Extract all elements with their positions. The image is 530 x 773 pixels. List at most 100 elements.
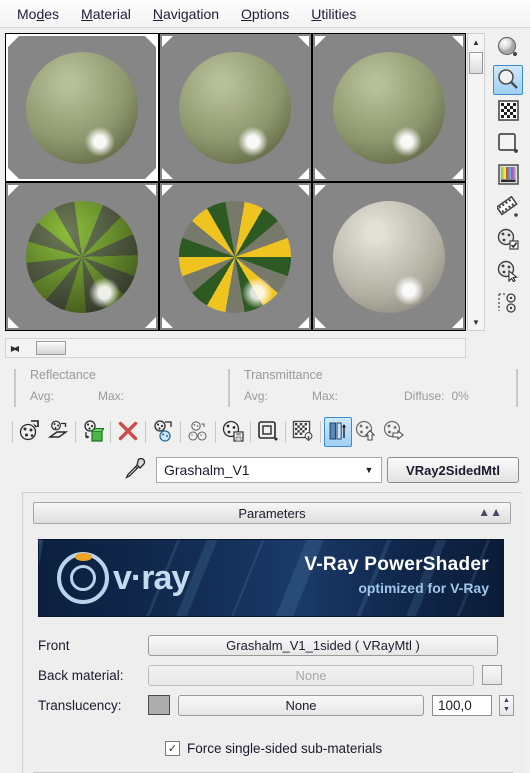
material-id-channel-button[interactable] [493, 289, 523, 319]
material-sphere-preview [179, 200, 292, 313]
triangle-down-icon[interactable]: ▼ [468, 314, 484, 330]
translucency-spinner[interactable]: ▲ ▼ [499, 694, 514, 716]
material-sphere-preview [333, 51, 446, 164]
sphere-up-arrow-icon [355, 420, 377, 445]
menu-modes-post: es [44, 5, 60, 22]
menu-item-navigation[interactable]: Navigation [142, 3, 230, 25]
checker-grid-icon [497, 100, 519, 124]
slot-corner-icon [144, 168, 156, 179]
back-material-button[interactable]: None [148, 664, 474, 686]
show-map-in-viewport-button[interactable] [254, 417, 282, 447]
reset-map-button[interactable] [114, 417, 142, 447]
front-row: Front Grashalm_V1_1sided ( VRayMtl ) [38, 633, 508, 657]
select-by-material-button[interactable] [493, 257, 523, 287]
go-forward-sibling-button[interactable] [352, 417, 380, 447]
slot-corner-icon [8, 185, 19, 196]
toolbar-separator [285, 421, 286, 443]
translucency-row: Translucency: None 100,0 ▲ ▼ [38, 693, 518, 717]
translucency-map-button[interactable]: None [178, 694, 424, 716]
material-slot-6[interactable] [313, 183, 465, 330]
backlight-button[interactable] [493, 65, 523, 95]
video-color-check-button[interactable] [493, 161, 523, 191]
sphere-cube-icon [82, 419, 106, 445]
material-slot-1[interactable] [6, 34, 158, 181]
material-slot-3[interactable] [313, 34, 465, 181]
triangle-right-icon[interactable]: ▶ [6, 340, 22, 356]
vray-logo-text: v·ray [113, 559, 190, 597]
toolbar-separator [75, 421, 76, 443]
go-to-parent-button[interactable] [324, 417, 352, 447]
reflectance-avg-label: Avg: [30, 389, 54, 403]
slot-corner-icon [315, 168, 327, 179]
horizontal-scroll-thumb[interactable] [36, 341, 66, 355]
vertical-scroll-thumb[interactable] [469, 52, 483, 74]
transmittance-avg-label: Avg: [244, 389, 268, 403]
film-icon [495, 195, 519, 221]
options-button[interactable] [493, 225, 523, 255]
diffuse-value: 0% [451, 389, 469, 403]
toolbar-separator [180, 421, 181, 443]
put-to-scene-button[interactable] [79, 417, 107, 447]
back-material-row: Back material: None [38, 663, 508, 687]
strip-divider [14, 369, 16, 407]
menu-options-accel: O [241, 5, 252, 22]
save-material-button[interactable] [219, 417, 247, 447]
front-material-button[interactable]: Grashalm_V1_1sided ( VRayMtl ) [148, 634, 498, 656]
translucency-color-swatch[interactable] [148, 695, 170, 715]
sphere-icon [497, 36, 519, 61]
slot-corner-icon [452, 36, 463, 47]
sphere-check-icon [497, 228, 519, 253]
put-to-library-button[interactable] [184, 417, 212, 447]
material-editor-toolbar [0, 413, 530, 451]
show-end-result-button[interactable] [289, 417, 317, 447]
menu-utilities-post: tilities [321, 5, 357, 22]
parameters-panel: Parameters ▲▲ v·ray V-Ray PowerShader op… [22, 492, 522, 773]
parameters-rollout-header[interactable]: Parameters ▲▲ [33, 502, 511, 524]
assign-to-selection-button[interactable] [44, 417, 72, 447]
material-type-button[interactable]: VRay2SidedMtl [387, 457, 519, 483]
material-slot-2[interactable] [159, 34, 312, 181]
translucency-amount-field[interactable]: 100,0 [432, 694, 492, 716]
front-label: Front [38, 637, 70, 653]
spinner-up-icon[interactable]: ▲ [500, 696, 513, 706]
material-sphere-preview [333, 200, 446, 313]
menu-item-options[interactable]: Options [230, 3, 300, 25]
slots-horizontal-scrollbar[interactable]: ◀ ▶ [5, 338, 466, 358]
slot-corner-icon [315, 185, 327, 196]
slot-corner-icon [452, 168, 463, 179]
get-material-button[interactable] [16, 417, 44, 447]
make-preview-button[interactable] [493, 193, 523, 223]
back-material-label: Back material: [38, 667, 124, 683]
eyedropper-button[interactable] [121, 456, 149, 484]
material-name-combobox[interactable]: Grashalm_V1 ▼ [156, 457, 382, 483]
menu-bar: Modes Material Navigation Options Utilit… [0, 0, 530, 28]
back-material-checkbox[interactable] [482, 665, 502, 685]
slot-corner-icon [8, 168, 19, 179]
reflectance-label: Reflectance [30, 368, 97, 382]
id-channel-icon [497, 292, 519, 317]
vray-ring-icon [57, 552, 109, 604]
make-unique-button[interactable] [149, 417, 177, 447]
chevron-down-icon[interactable]: ▼ [357, 458, 381, 482]
spinner-down-icon[interactable]: ▼ [500, 705, 513, 715]
slot-corner-icon [161, 317, 173, 328]
force-single-sided-checkbox[interactable]: ✓ [165, 741, 180, 756]
slot-corner-icon [161, 36, 173, 47]
material-slot-5[interactable] [159, 183, 312, 330]
material-name-value[interactable]: Grashalm_V1 [157, 462, 357, 478]
pick-material-button[interactable] [380, 417, 408, 447]
material-sphere-preview [25, 200, 138, 313]
chevron-double-up-icon[interactable]: ▲▲ [478, 505, 502, 519]
material-slot-4[interactable] [6, 183, 158, 330]
slot-corner-icon [315, 317, 327, 328]
background-checker-button[interactable] [493, 97, 523, 127]
transmittance-group: Transmittance Avg: Max: Diffuse: 0% [244, 368, 469, 403]
sample-type-sphere-button[interactable] [493, 33, 523, 63]
menu-item-utilities[interactable]: Utilities [300, 3, 367, 25]
slots-vertical-scrollbar[interactable]: ▲ ▼ [467, 33, 485, 331]
menu-item-modes[interactable]: Modes [6, 3, 70, 25]
sample-uv-tiling-button[interactable] [493, 129, 523, 159]
triangle-up-icon[interactable]: ▲ [468, 34, 484, 50]
slot-corner-icon [315, 36, 327, 47]
menu-item-material[interactable]: Material [70, 3, 142, 25]
